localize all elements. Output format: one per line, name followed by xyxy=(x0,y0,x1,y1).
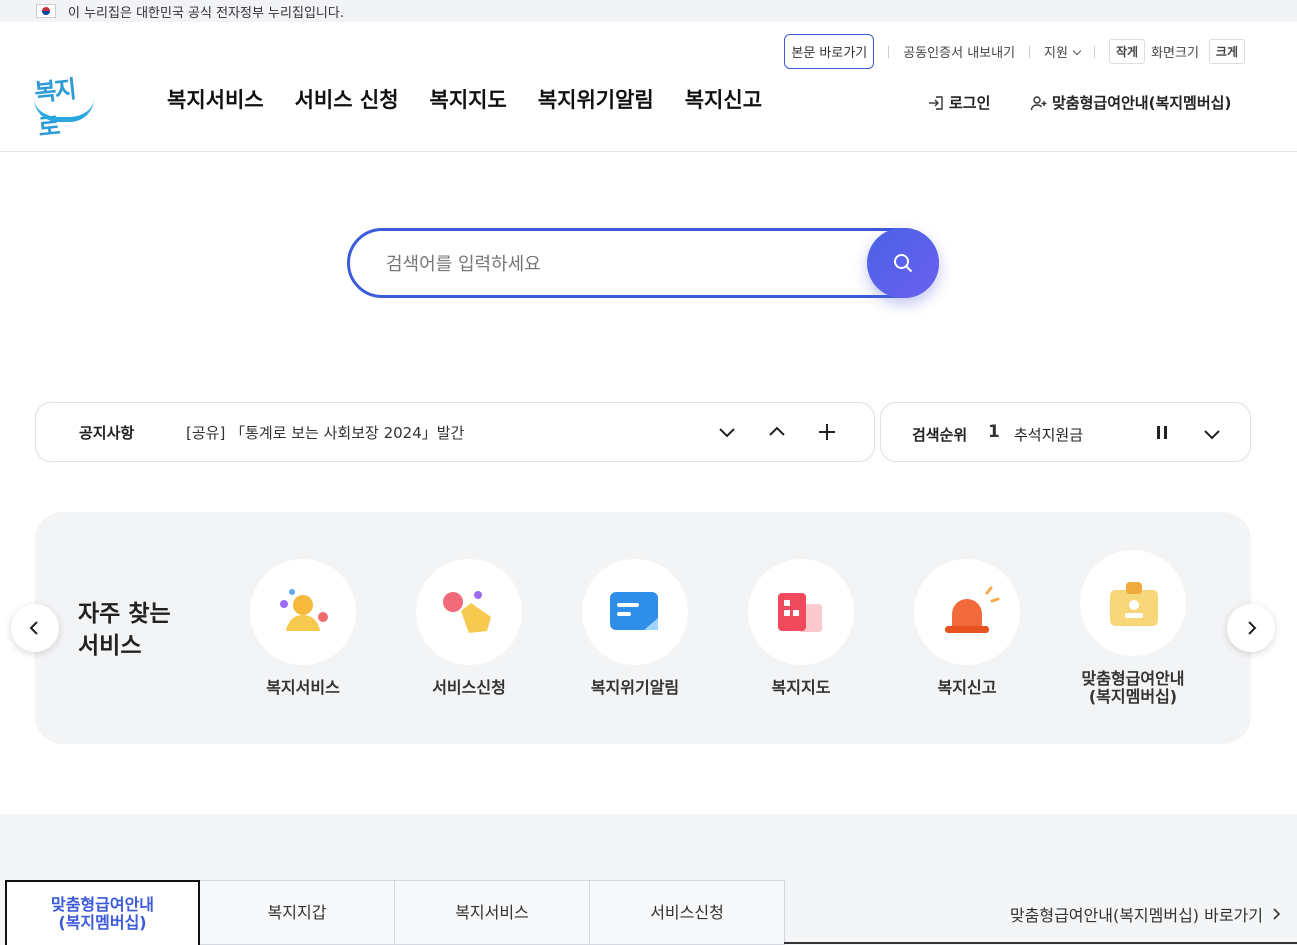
header: 본문 바로가기 공동인증서 내보내기 지원 작게 화면크기 크게 복지로 복지서… xyxy=(0,22,1297,152)
tab-underline xyxy=(784,942,1297,944)
tab-service-apply[interactable]: 서비스신청 xyxy=(590,880,785,945)
prev-button[interactable] xyxy=(11,604,59,652)
search-input[interactable] xyxy=(386,249,846,279)
notice-label: 공지사항 xyxy=(79,423,135,442)
nav-welfare-report[interactable]: 복지신고 xyxy=(685,84,762,114)
korea-flag-icon xyxy=(36,4,56,18)
bottom-section: 맞춤형급여안내 (복지멤버십) 복지지갑 복지서비스 서비스신청 맞춤형급여안내… xyxy=(0,814,1297,945)
gov-banner-text: 이 누리집은 대한민국 공식 전자정부 누리집입니다. xyxy=(68,5,344,21)
nav-crisis-alert[interactable]: 복지위기알림 xyxy=(538,84,654,114)
id-card-icon xyxy=(1080,550,1186,656)
tab-label: 복지서비스 xyxy=(455,902,529,922)
tab-welfare-service[interactable]: 복지서비스 xyxy=(395,880,590,945)
frequent-title-line2: 서비스 xyxy=(78,633,142,659)
service-label: 복지서비스 xyxy=(266,678,340,697)
service-label: 맞춤형급여안내 (복지멤버십) xyxy=(1081,669,1185,706)
tab-label: 복지지갑 xyxy=(267,902,327,922)
membership-link[interactable]: 맞춤형급여안내(복지멤버십) xyxy=(1030,92,1231,113)
frequent-title: 자주 찾는 서비스 xyxy=(78,598,171,662)
next-button[interactable] xyxy=(1227,604,1275,652)
service-label: 서비스신청 xyxy=(432,678,506,697)
rank-number: 1 xyxy=(988,422,1000,442)
service-item-map[interactable]: 복지지도 xyxy=(731,559,871,697)
font-small-button[interactable]: 작게 xyxy=(1108,39,1146,64)
service-item-membership[interactable]: 맞춤형급여안내 (복지멤버십) xyxy=(1063,550,1203,706)
tab-membership[interactable]: 맞춤형급여안내 (복지멤버십) xyxy=(5,880,200,945)
pause-icon[interactable] xyxy=(1157,426,1171,440)
notice-controls xyxy=(716,421,838,443)
login-link[interactable]: 로그인 xyxy=(927,92,990,113)
search-icon xyxy=(894,254,913,273)
nav-welfare-service[interactable]: 복지서비스 xyxy=(167,84,264,114)
notice-message-link[interactable]: [공유] 「통계로 보는 사회보장 2024」발간 xyxy=(186,422,464,443)
service-item-welfare[interactable]: 복지서비스 xyxy=(233,559,373,697)
plus-icon[interactable] xyxy=(816,421,838,443)
chat-notice-icon xyxy=(582,559,688,665)
nav-welfare-map[interactable]: 복지지도 xyxy=(430,84,507,114)
screen-size-label: 화면크기 xyxy=(1151,46,1199,61)
login-label: 로그인 xyxy=(949,94,991,112)
service-label: 복지위기알림 xyxy=(590,678,680,697)
site-logo[interactable]: 복지로 xyxy=(33,70,96,142)
search-box xyxy=(347,228,939,298)
chevron-down-icon[interactable] xyxy=(1201,423,1223,445)
siren-icon xyxy=(914,559,1020,665)
support-menu[interactable]: 지원 xyxy=(1044,42,1082,61)
chevron-left-icon xyxy=(29,621,38,635)
tab-wallet[interactable]: 복지지갑 xyxy=(200,880,395,945)
rank-keyword-link[interactable]: 추석지원금 xyxy=(1014,424,1083,445)
utility-bar: 본문 바로가기 공동인증서 내보내기 지원 작게 화면크기 크게 xyxy=(784,34,1251,69)
goto-label: 맞춤형급여안내(복지멤버십) 바로가기 xyxy=(1009,906,1263,925)
user-add-icon xyxy=(1030,95,1047,110)
person-welfare-icon xyxy=(250,559,356,665)
service-item-crisis-alert[interactable]: 복지위기알림 xyxy=(565,559,705,697)
divider xyxy=(1029,45,1031,58)
tab-list: 맞춤형급여안내 (복지멤버십) 복지지갑 복지서비스 서비스신청 xyxy=(5,880,785,945)
hand-tap-icon xyxy=(416,559,522,665)
service-item-report[interactable]: 복지신고 xyxy=(897,559,1037,697)
chevron-down-icon[interactable] xyxy=(716,421,738,443)
rank-label: 검색순위 xyxy=(912,426,968,444)
gov-banner: 이 누리집은 대한민국 공식 전자정부 누리집입니다. xyxy=(0,0,1297,22)
membership-goto-link[interactable]: 맞춤형급여안내(복지멤버십) 바로가기 xyxy=(1010,902,1283,926)
nav-service-apply[interactable]: 서비스 신청 xyxy=(295,84,399,114)
service-label: 복지신고 xyxy=(937,678,997,697)
divider xyxy=(888,45,890,58)
notice-bar: 공지사항 [공유] 「통계로 보는 사회보장 2024」발간 xyxy=(35,402,875,462)
membership-label: 맞춤형급여안내(복지멤버십) xyxy=(1052,94,1232,112)
support-label: 지원 xyxy=(1044,46,1068,61)
search-rank-bar: 검색순위 1 추석지원금 xyxy=(880,402,1251,462)
chevron-right-icon xyxy=(1273,908,1281,920)
cert-export-link[interactable]: 공동인증서 내보내기 xyxy=(903,42,1015,61)
divider xyxy=(1093,45,1095,58)
chevron-down-icon xyxy=(1072,46,1082,56)
frequent-title-line1: 자주 찾는 xyxy=(78,601,171,627)
service-item-apply[interactable]: 서비스신청 xyxy=(399,559,539,697)
service-label: 복지지도 xyxy=(771,678,831,697)
search-button[interactable] xyxy=(867,228,939,298)
tab-label: 맞춤형급여안내 (복지멤버십) xyxy=(50,894,155,932)
chevron-up-icon[interactable] xyxy=(766,421,788,443)
main-nav: 복지서비스 서비스 신청 복지지도 복지위기알림 복지신고 xyxy=(167,84,762,114)
building-map-icon xyxy=(748,559,854,665)
tab-label: 서비스신청 xyxy=(650,902,724,922)
font-large-button[interactable]: 크게 xyxy=(1208,39,1245,64)
skip-to-content-link[interactable]: 본문 바로가기 xyxy=(784,34,875,69)
login-icon xyxy=(929,95,943,110)
chevron-right-icon xyxy=(1248,621,1257,635)
frequent-services: 자주 찾는 서비스 복지서비스 서비스신청 복지위기알림 복지지도 복지신고 맞… xyxy=(35,512,1251,744)
